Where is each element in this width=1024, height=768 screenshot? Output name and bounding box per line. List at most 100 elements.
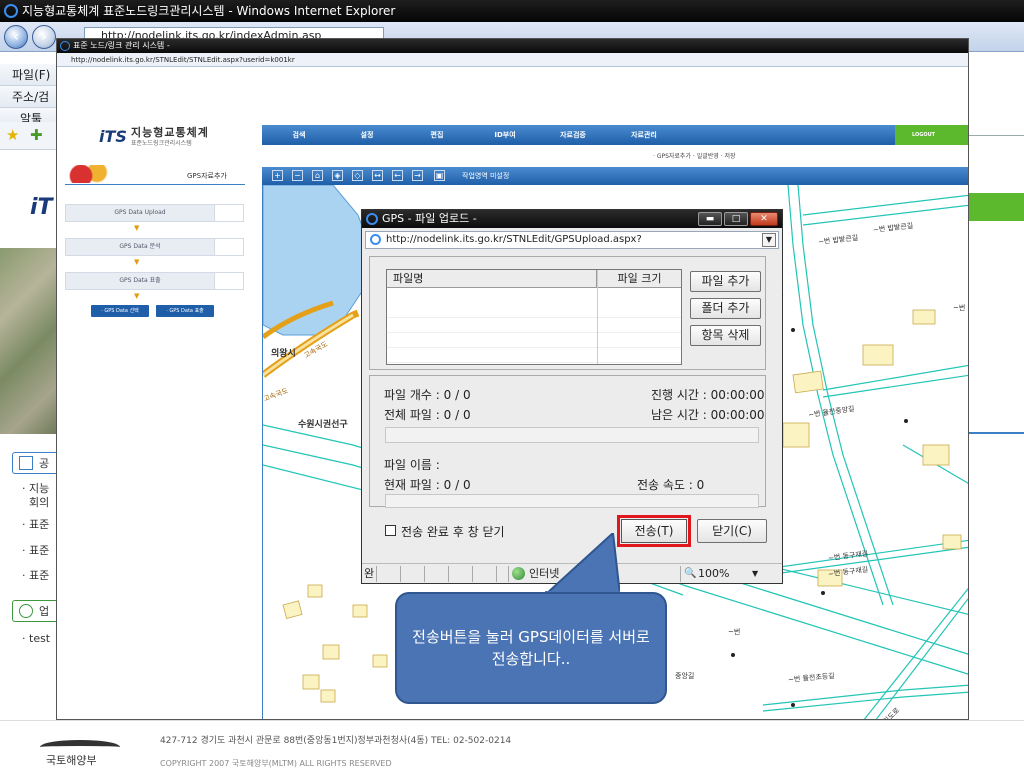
- next-extent-icon[interactable]: →: [412, 170, 423, 181]
- zoom-icon[interactable]: 🔍: [684, 564, 696, 583]
- select-area-icon[interactable]: ◇: [352, 170, 363, 181]
- map-label-road: ~번: [953, 304, 966, 312]
- table-row: [387, 318, 681, 333]
- logout-button[interactable]: LOGOUT: [912, 125, 935, 145]
- outer-window-title-bar: 지능형교통체계 표준노드링크관리시스템 - Windows Internet E…: [0, 0, 1024, 22]
- gps-data-display-button[interactable]: · GPS Data 표출: [156, 305, 214, 317]
- building-block: [792, 370, 824, 394]
- building-block: [862, 344, 894, 366]
- zoom-dropdown-icon[interactable]: ▼: [752, 564, 758, 583]
- outer-footer: [0, 720, 1024, 768]
- file-list-panel: 파일명 파일 크기 파일 추가 폴더 추가 항목 삭제: [369, 256, 766, 370]
- divider: [969, 135, 1024, 136]
- close-button[interactable]: 닫기(C): [697, 519, 767, 543]
- its-logo-subtitle: 표준노드링크관리시스템: [131, 140, 192, 147]
- menu-data-verify[interactable]: 자료검증: [548, 125, 598, 145]
- outer-notice-item[interactable]: · 표준: [22, 567, 49, 583]
- left-item-side: [212, 272, 244, 290]
- outer-its-logo: iT: [30, 195, 53, 220]
- top-menu: 검색 설정 편집 ID부여 자료검증 자료관리 LOGOUT: [262, 125, 968, 145]
- map-node: [731, 653, 735, 657]
- home-icon[interactable]: ⌂: [312, 170, 323, 181]
- notice-icon: [19, 456, 33, 470]
- road-line: [802, 194, 968, 216]
- menu-settings[interactable]: 설정: [342, 125, 392, 145]
- road-line: [875, 597, 968, 719]
- chevron-down-icon[interactable]: ▼: [762, 233, 776, 247]
- file-size-column-header[interactable]: 파일 크기: [598, 270, 681, 288]
- add-folder-button[interactable]: 폴더 추가: [690, 298, 761, 319]
- outer-page-right: [969, 52, 1024, 720]
- transfer-status-panel: 파일 개수 : 0 / 0 진행 시간 : 00:00:00 전체 파일 : 0…: [369, 375, 766, 508]
- submenu[interactable]: · GPS자료추가 · 일괄반영 · 저장: [653, 151, 736, 160]
- maximize-icon[interactable]: □: [724, 212, 748, 226]
- gps-data-select-button[interactable]: · GPS Data 선택: [91, 305, 149, 317]
- menu-edit[interactable]: 편집: [412, 125, 462, 145]
- map-label-district: 수원시권선구: [298, 420, 348, 430]
- status-text: 완: [364, 567, 375, 580]
- overall-progress-bar: [385, 427, 759, 443]
- outer-notice-item[interactable]: · 표준: [22, 516, 49, 532]
- file-name-column-header[interactable]: 파일명: [387, 270, 597, 288]
- menu-data-manage[interactable]: 자료관리: [619, 125, 669, 145]
- work-area-icon[interactable]: ▣: [434, 170, 445, 181]
- total-file: 전체 파일 : 0 / 0: [384, 408, 471, 422]
- divider: [508, 566, 509, 582]
- add-favorite-icon[interactable]: ✚: [30, 126, 43, 144]
- menu-id-assign[interactable]: ID부여: [480, 125, 530, 145]
- table-row: [387, 303, 681, 318]
- favorites-star-icon[interactable]: ★: [6, 126, 19, 144]
- building-block: [307, 584, 323, 598]
- divider: [496, 566, 497, 582]
- footer-copyright: COPYRIGHT 2007 국토해양부(MLTM) ALL RIGHTS RE…: [160, 759, 392, 768]
- send-button[interactable]: 전송(T): [617, 515, 691, 547]
- outer-update-item[interactable]: · test: [22, 632, 50, 645]
- building-block: [322, 644, 340, 660]
- file-table[interactable]: 파일명 파일 크기: [386, 269, 682, 365]
- divider: [424, 566, 425, 582]
- menu-search[interactable]: 검색: [274, 125, 324, 145]
- outer-notice-item[interactable]: 회의: [22, 494, 49, 510]
- current-file: 현재 파일 : 0 / 0: [384, 478, 471, 492]
- dialog-address-bar[interactable]: http://nodelink.its.go.kr/STNLEdit/GPSUp…: [365, 231, 779, 249]
- outer-notice-item[interactable]: · 표준: [22, 542, 49, 558]
- delete-item-button[interactable]: 항목 삭제: [690, 325, 761, 346]
- pan-horizontal-icon[interactable]: ↔: [372, 170, 383, 181]
- close-icon[interactable]: ✕: [750, 212, 778, 226]
- zoom-out-icon[interactable]: −: [292, 170, 303, 181]
- close-after-checkbox[interactable]: [385, 525, 396, 536]
- file-name-label: 파일 이름 :: [384, 458, 440, 472]
- left-item-gps-display[interactable]: GPS Data 표출: [65, 272, 215, 290]
- zoom-in-icon[interactable]: +: [272, 170, 283, 181]
- outer-menu-file[interactable]: 파일(F): [0, 64, 58, 86]
- left-item-gps-analysis[interactable]: GPS Data 분석: [65, 238, 215, 256]
- divider: [400, 566, 401, 582]
- select-icon[interactable]: ◈: [332, 170, 343, 181]
- footer-address: 427-712 경기도 과천시 관문로 88번(중앙동1번지)정부과천청사(4동…: [160, 736, 512, 746]
- outer-menu-address[interactable]: 주소/검: [0, 86, 58, 108]
- map-node: [791, 703, 795, 707]
- back-icon[interactable]: ‹: [4, 25, 28, 49]
- building-block: [282, 600, 303, 620]
- left-item-gps-upload[interactable]: GPS Data Upload: [65, 204, 215, 222]
- prev-extent-icon[interactable]: ←: [392, 170, 403, 181]
- upload-dialog: GPS - 파일 업로드 - ▬ □ ✕ http://nodelink.its…: [361, 209, 783, 584]
- dialog-url: http://nodelink.its.go.kr/STNLEdit/GPSUp…: [386, 234, 642, 245]
- inner-address-bar[interactable]: http://nodelink.its.go.kr/STNLEdit/STNLE…: [57, 53, 968, 67]
- add-file-button[interactable]: 파일 추가: [690, 271, 761, 292]
- table-row: [387, 348, 681, 363]
- close-after-label: 전송 완료 후 창 닫기: [401, 525, 505, 539]
- forward-icon[interactable]: ›: [32, 25, 56, 49]
- favorites-bar: ★ ✚: [0, 122, 58, 150]
- clock-icon: [19, 604, 33, 618]
- left-item-side: [212, 238, 244, 256]
- its-logo-icon: iTS: [99, 127, 127, 146]
- divider: [472, 566, 473, 582]
- column-divider: [597, 270, 598, 364]
- zoom-level[interactable]: 100%: [698, 564, 729, 583]
- callout-pointer: [545, 533, 620, 595]
- divider: [448, 566, 449, 582]
- building-block: [320, 689, 336, 703]
- outer-notice-header: 공: [12, 452, 58, 474]
- minimize-icon[interactable]: ▬: [698, 212, 722, 226]
